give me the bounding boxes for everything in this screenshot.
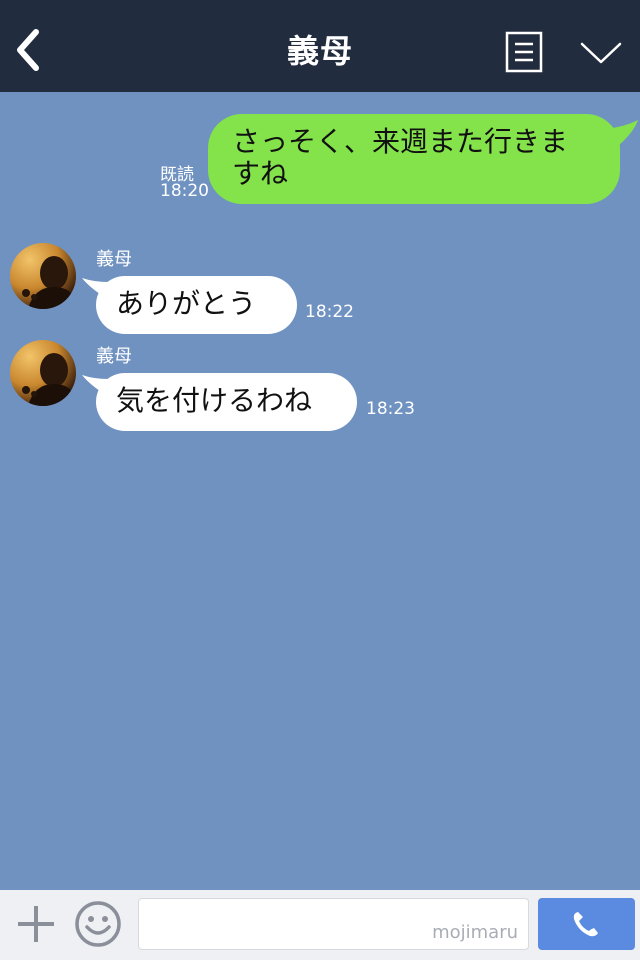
message-input[interactable]: mojimaru xyxy=(138,898,529,950)
chat-title: 義母 xyxy=(286,32,353,70)
outgoing-message-bubble[interactable]: さっそく、来週また行きま すね xyxy=(208,114,620,204)
sender-name: 義母 xyxy=(96,346,132,367)
message-text-line: さっそく、来週また行きま xyxy=(232,125,569,158)
document-list-icon xyxy=(505,31,543,73)
bubble-tail xyxy=(612,120,638,146)
input-bar: mojimaru xyxy=(0,890,640,960)
menu-button[interactable] xyxy=(504,30,544,74)
avatar[interactable] xyxy=(10,340,76,406)
collapse-button[interactable] xyxy=(576,34,626,70)
add-button[interactable] xyxy=(14,902,58,946)
profile-photo-icon xyxy=(10,340,76,406)
sender-name: 義母 xyxy=(96,249,132,270)
back-button[interactable] xyxy=(10,26,50,74)
message-text: 気を付けるわね xyxy=(116,384,313,417)
call-button[interactable] xyxy=(538,898,635,950)
incoming-message-bubble[interactable]: 気を付けるわね xyxy=(96,373,357,431)
smiley-icon xyxy=(75,901,121,947)
watermark-text: mojimaru xyxy=(432,922,518,943)
message-timestamp: 18:23 xyxy=(366,399,415,419)
message-text-line: すね xyxy=(232,157,289,190)
phone-icon xyxy=(573,912,598,937)
plus-icon xyxy=(18,906,54,942)
emoji-button[interactable] xyxy=(74,900,122,948)
avatar[interactable] xyxy=(10,243,76,309)
profile-photo-icon xyxy=(10,243,76,309)
message-timestamp: 18:20 xyxy=(160,181,209,201)
chevron-down-icon xyxy=(580,42,622,64)
chat-header: 義母 xyxy=(0,0,640,92)
message-text: ありがとう xyxy=(116,287,257,320)
chevron-left-icon xyxy=(17,29,39,71)
incoming-message-bubble[interactable]: ありがとう xyxy=(96,276,297,334)
message-timestamp: 18:22 xyxy=(305,302,354,322)
